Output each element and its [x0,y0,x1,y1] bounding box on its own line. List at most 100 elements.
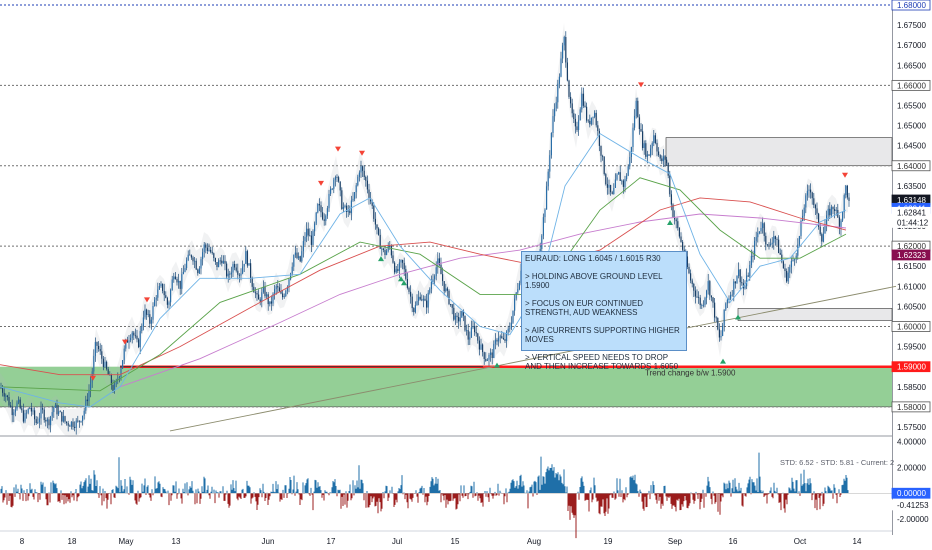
candle-body [189,254,191,256]
candle-body [331,188,333,190]
annotation-point: > VERTICAL SPEED NEEDS TO DROP AND THEN … [525,352,679,372]
candle-body [603,156,605,175]
candle-body [669,175,671,195]
candle-body [333,179,335,189]
candle-body [410,291,412,297]
candle-body [27,409,29,413]
candle-body [158,286,160,290]
candle-body [266,294,268,297]
candle-body [771,242,773,245]
candle-body [162,283,164,291]
candle-body [277,286,279,288]
candle-body [357,176,359,186]
candle-body [765,235,767,245]
candle-body [706,290,708,298]
candle-body [549,155,551,172]
candle-body [344,205,346,207]
candle-body [714,302,716,318]
candle-body [786,271,788,282]
price-tick-label: 1.64500 [897,142,926,151]
candle-body [112,385,114,391]
candle-body [136,335,138,340]
candle-body [427,292,429,308]
candle-body [498,337,500,342]
candle-body [8,397,10,406]
candle-body [360,166,362,173]
candle-body [365,177,367,181]
candle-body [160,283,162,287]
candle-body [456,315,458,318]
candle-body [446,288,448,291]
candle-body [77,420,79,422]
candle-body [398,262,400,271]
candle-body [659,155,661,159]
candle-body [168,302,170,305]
candle-body [514,298,516,311]
candle-body [600,145,602,156]
price-badge-label: 1.64000 [897,162,926,171]
candle-body [341,190,343,209]
candle-body [170,290,172,303]
time-tick-label: May [118,537,133,546]
trade-annotation[interactable]: EURAUD: LONG 1.6045 / 1.6015 R30 > HOLDI… [521,251,687,371]
candle-body [434,276,436,280]
candle-body [709,281,711,296]
candle-body [416,301,418,306]
candle-body [637,100,639,118]
candle-body [48,419,50,426]
time-tick-label: 18 [68,537,77,546]
candle-body [405,269,407,279]
candle-body [224,260,226,264]
candle-body [581,93,583,110]
candle-body [181,274,183,289]
candle-body [470,327,472,338]
price-tick-label: 1.59500 [897,343,926,352]
candle-body [768,244,770,246]
candle-body [822,233,824,242]
candle-body [752,255,754,257]
candle-body [723,309,725,326]
candle-body [582,93,584,106]
candle-body [790,260,792,268]
price-chart[interactable]: Trend change b/w 1.59001.680001.675001.6… [0,0,932,550]
candle-body [35,419,37,423]
candle-body [2,388,4,393]
candle-body [691,280,693,284]
price-badge-label: 1.62323 [897,251,926,260]
candle-body [606,184,608,188]
candle-body [595,112,597,126]
candle-body [120,368,122,377]
candle-body [429,289,431,293]
candle-body [269,301,271,305]
candle-body [546,186,548,210]
candle-body [632,127,634,147]
candle-body [250,263,252,279]
candle-body [666,159,668,163]
candle-body [107,369,109,375]
candle-body [86,399,88,402]
candle-body [670,194,672,205]
candle-body [395,269,397,273]
candle-body [750,255,752,265]
candle-body [214,258,216,262]
candle-body [413,308,415,313]
candle-body [584,105,586,107]
candle-body [310,235,312,245]
candle-body [106,361,108,370]
candle-body [755,237,757,241]
oscillator-badge-label: 0.00000 [897,489,926,498]
candle-body [589,120,591,125]
price-tick-label: 1.66500 [897,61,926,70]
candle-body [426,300,428,308]
candle-body [402,260,404,263]
candle-body [234,264,236,268]
candle-body [134,335,136,337]
candle-body [688,266,690,274]
candle-body [34,410,36,420]
candle-body [763,223,765,236]
candle-body [237,270,239,275]
candle-body [430,281,432,289]
candle-body [803,207,805,217]
candle-body [325,215,327,221]
candle-body [555,102,557,109]
